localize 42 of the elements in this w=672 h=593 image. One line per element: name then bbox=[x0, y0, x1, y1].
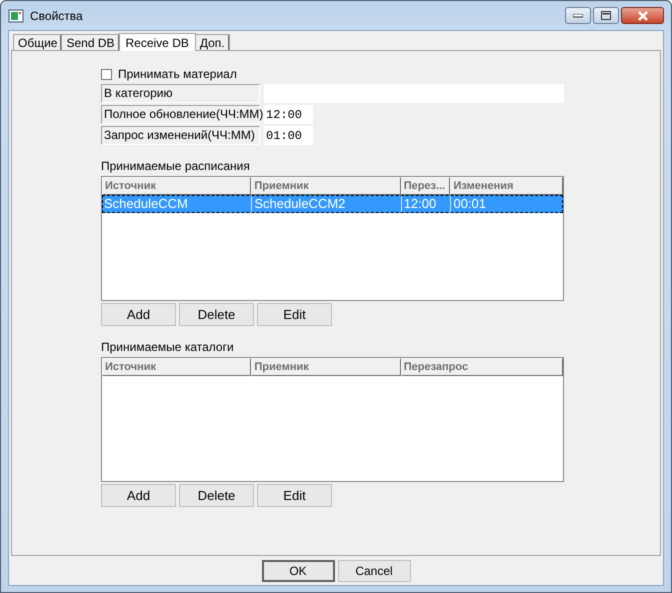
column-header[interactable]: Перезапрос bbox=[400, 358, 563, 376]
tab[interactable]: Доп. bbox=[194, 34, 230, 50]
column-header[interactable]: Источник bbox=[102, 358, 252, 376]
input-field[interactable]: 12:00 bbox=[264, 105, 313, 124]
list-cell: ScheduleCCM2 bbox=[251, 195, 401, 213]
tab[interactable]: Общие bbox=[13, 34, 62, 50]
minimize-button[interactable] bbox=[565, 7, 591, 24]
field-label: Полное обновление(ЧЧ:ММ) bbox=[101, 105, 260, 124]
list-view[interactable]: Источник Приемник Перезапрос bbox=[101, 357, 564, 482]
list-view[interactable]: Источник Приемник Перез... Изменения ScheduleCCM ScheduleCCM2 12:00 00:01 bbox=[101, 176, 564, 301]
list-cell-text: ScheduleCCM bbox=[103, 195, 189, 213]
list-action-button[interactable]: Add bbox=[101, 303, 176, 326]
list-action-button[interactable]: Edit bbox=[257, 484, 332, 507]
dialog-button[interactable]: Cancel bbox=[338, 560, 410, 582]
dialog-button[interactable]: OK bbox=[262, 560, 334, 582]
column-header[interactable]: Изменения bbox=[450, 177, 563, 195]
close-button[interactable] bbox=[621, 7, 664, 24]
list-action-button[interactable]: Add bbox=[101, 484, 176, 507]
column-header[interactable]: Источник bbox=[102, 177, 252, 195]
list-cell: 00:01 bbox=[450, 195, 563, 213]
tab[interactable]: Receive DB bbox=[118, 33, 196, 51]
column-header[interactable]: Перез... bbox=[400, 177, 450, 195]
window-title: Свойства bbox=[30, 8, 84, 22]
maximize-icon bbox=[601, 11, 611, 20]
column-header[interactable]: Приемник bbox=[251, 177, 401, 195]
input-field[interactable]: 01:00 bbox=[264, 126, 313, 145]
list-action-button[interactable]: Delete bbox=[179, 303, 254, 326]
app-icon bbox=[8, 8, 24, 24]
checkbox[interactable] bbox=[101, 68, 112, 80]
field-label: Запрос изменений(ЧЧ:ММ) bbox=[101, 126, 260, 145]
field-label: В категорию bbox=[101, 84, 260, 103]
checkbox-label: Принимать материал bbox=[118, 67, 237, 81]
section-label: Принимаемые каталоги bbox=[101, 340, 235, 354]
maximize-button[interactable] bbox=[593, 7, 619, 24]
section-label: Принимаемые расписания bbox=[101, 159, 251, 173]
minimize-icon bbox=[573, 14, 583, 18]
close-icon bbox=[636, 10, 648, 20]
tab[interactable]: Send DB bbox=[61, 34, 120, 50]
column-header[interactable]: Приемник bbox=[251, 358, 401, 376]
list-action-button[interactable]: Edit bbox=[257, 303, 332, 326]
list-action-button[interactable]: Delete bbox=[179, 484, 254, 507]
list-cell: 12:00 bbox=[400, 195, 450, 213]
